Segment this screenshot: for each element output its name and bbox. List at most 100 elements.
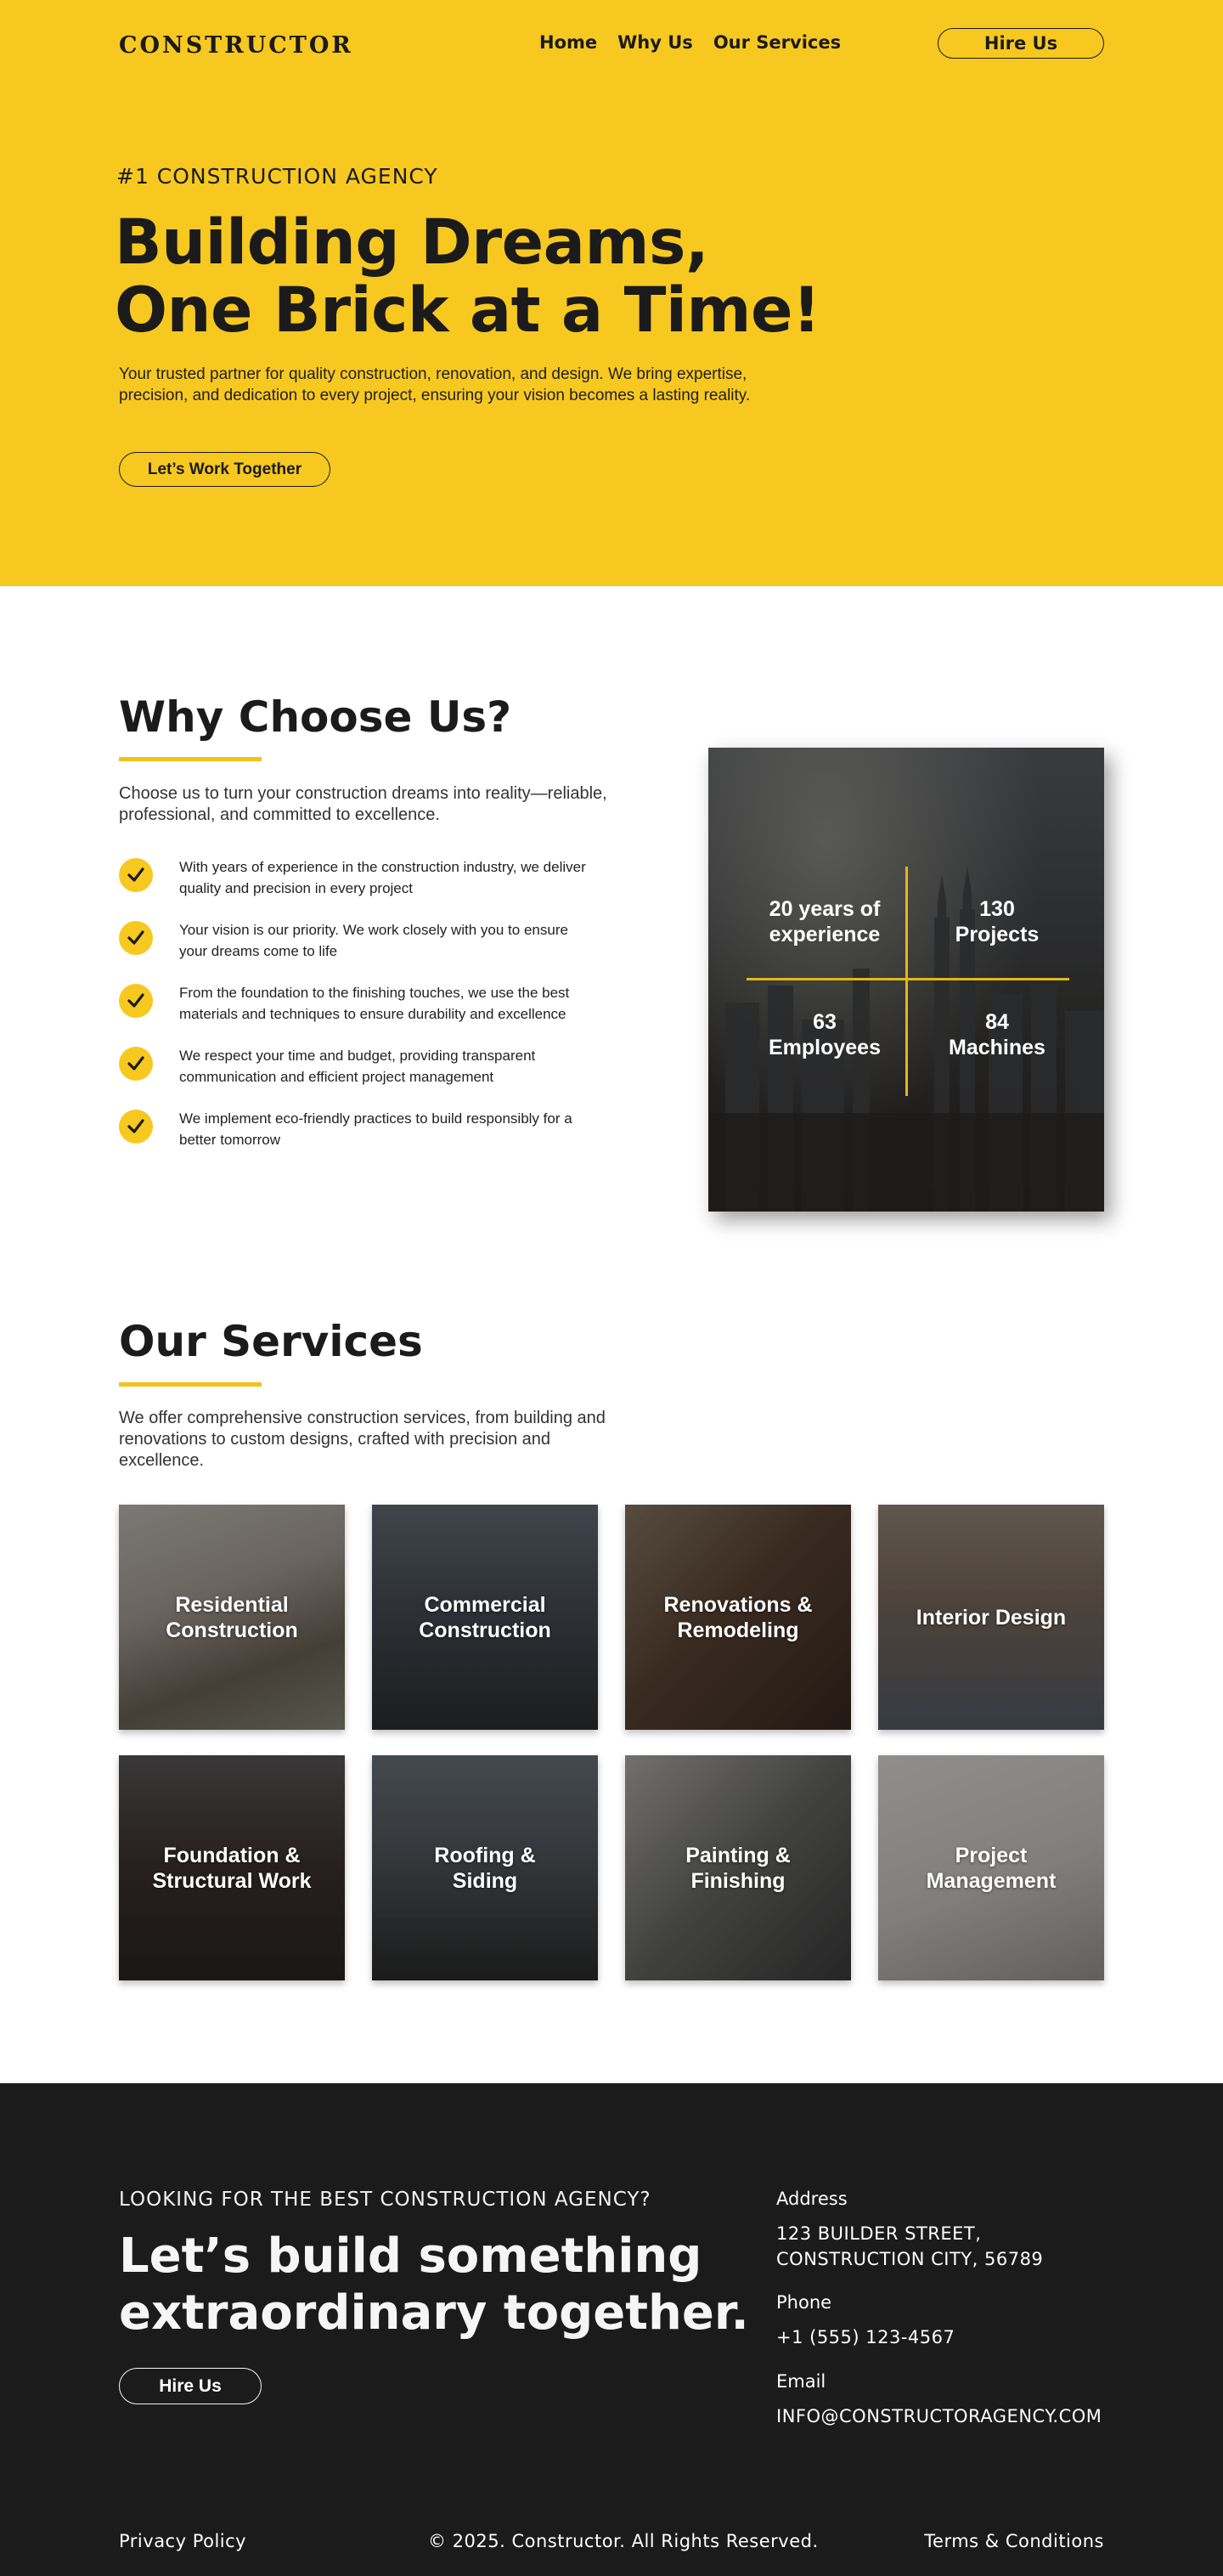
address-value: 123 BUILDER STREET, CONSTRUCTION CITY, 5… (776, 2221, 1116, 2272)
stat-label: Machines (949, 1036, 1045, 1059)
service-label-line-1: Foundation & (163, 1843, 301, 1867)
stat-label: experience (769, 923, 881, 946)
service-card-label: Foundation & Structural Work (127, 1843, 336, 1894)
service-label-line-2: Construction (166, 1618, 298, 1642)
terms-conditions-link[interactable]: Terms & Conditions (924, 2531, 1104, 2551)
nav-why-us-link[interactable]: Why Us (617, 32, 693, 53)
phone-label: Phone (776, 2292, 832, 2313)
service-label-line-1: Commercial (424, 1592, 546, 1617)
service-label-line-2: Siding (452, 1868, 518, 1893)
service-card-label: Interior Design (887, 1605, 1096, 1630)
service-card-label: Painting & Finishing (634, 1843, 843, 1894)
service-card-interior-design[interactable]: Interior Design (878, 1505, 1104, 1730)
stat-label: Employees (768, 1036, 881, 1059)
why-choose-us-section: Why Choose Us? Choose us to turn your co… (0, 586, 1223, 1245)
service-card-commercial-construction[interactable]: Commercial Construction (372, 1505, 598, 1730)
why-item: We implement eco-friendly practices to b… (119, 1108, 595, 1171)
hero-eyebrow: #1 CONSTRUCTION AGENCY (116, 164, 438, 189)
email-value[interactable]: INFO@CONSTRUCTORAGENCY.COM (776, 2404, 1116, 2429)
lets-work-together-button[interactable]: Let’s Work Together (119, 452, 330, 487)
why-item: Your vision is our priority. We work clo… (119, 919, 595, 982)
service-label-line-1: Roofing & (434, 1843, 536, 1867)
service-label-line-2: Construction (419, 1618, 551, 1642)
footer-hire-us-button[interactable]: Hire Us (119, 2368, 262, 2404)
checkmark-icon (119, 858, 153, 892)
checkmark-icon (119, 1110, 153, 1144)
top-nav: CONSTRUCTOR Home Why Us Our Services Hir… (119, 25, 1104, 63)
service-label-line-1: Residential (175, 1592, 289, 1617)
hire-us-button[interactable]: Hire Us (938, 28, 1104, 59)
hero-title-line-1: Building Dreams, (115, 206, 709, 279)
checkmark-icon (119, 921, 153, 955)
service-card-painting-finishing[interactable]: Painting & Finishing (625, 1755, 851, 1980)
stat-label: Projects (955, 923, 1040, 946)
why-item: From the foundation to the finishing tou… (119, 982, 595, 1045)
stat-machines: 84 Machines (916, 1009, 1078, 1060)
why-item-text: We respect your time and budget, providi… (179, 1048, 536, 1085)
service-label-line-2: Remodeling (677, 1618, 799, 1642)
service-card-label: Renovations & Remodeling (634, 1592, 843, 1643)
stat-employees: 63 Employees (744, 1009, 905, 1060)
copyright-text: © 2025. Constructor. All Rights Reserved… (428, 2531, 819, 2551)
service-card-label: Residential Construction (127, 1592, 336, 1643)
nav-links: Home Why Us Our Services (539, 32, 841, 53)
why-title: Why Choose Us? (119, 692, 512, 742)
service-label-line-1: Project (955, 1843, 1028, 1867)
contact-email: Email INFO@CONSTRUCTORAGENCY.COM (776, 2371, 1116, 2429)
services-title: Our Services (119, 1317, 423, 1366)
service-label-line-1: Interior Design (916, 1605, 1067, 1630)
phone-value[interactable]: +1 (555) 123-4567 (776, 2325, 1116, 2350)
checkmark-icon (119, 1047, 153, 1081)
nav-our-services-link[interactable]: Our Services (713, 32, 841, 53)
services-title-underline (119, 1382, 262, 1387)
hero-title: Building Dreams, One Brick at a Time! (115, 209, 879, 345)
privacy-policy-link[interactable]: Privacy Policy (119, 2531, 246, 2551)
why-item-text: Your vision is our priority. We work clo… (179, 922, 568, 959)
service-label-line-2: Structural Work (152, 1868, 312, 1893)
service-card-label: Roofing & Siding (380, 1843, 589, 1894)
service-card-foundation-structural[interactable]: Foundation & Structural Work (119, 1755, 345, 1980)
service-card-roofing-siding[interactable]: Roofing & Siding (372, 1755, 598, 1980)
service-label-line-2: Management (926, 1868, 1057, 1893)
footer-title: Let’s build something extraordinary toge… (119, 2228, 764, 2342)
hero-title-line-2: One Brick at a Time! (115, 274, 820, 347)
why-title-underline (119, 757, 262, 761)
why-item: With years of experience in the construc… (119, 856, 595, 919)
stat-value: 130 (979, 897, 1015, 921)
address-line-2: CONSTRUCTION CITY, 56789 (776, 2249, 1044, 2269)
hero-subtitle: Your trusted partner for quality constru… (119, 365, 751, 404)
service-card-label: Project Management (887, 1843, 1096, 1894)
why-item: We respect your time and budget, providi… (119, 1045, 595, 1108)
service-label-line-2: Finishing (690, 1868, 786, 1893)
footer-eyebrow: LOOKING FOR THE BEST CONSTRUCTION AGENCY… (119, 2189, 651, 2211)
contact-address: Address 123 BUILDER STREET, CONSTRUCTION… (776, 2189, 1116, 2272)
stats-divider-horizontal (747, 978, 1069, 980)
why-item-text: We implement eco-friendly practices to b… (179, 1110, 572, 1148)
contact-phone: Phone +1 (555) 123-4567 (776, 2292, 1116, 2350)
service-card-renovations-remodeling[interactable]: Renovations & Remodeling (625, 1505, 851, 1730)
nav-home-link[interactable]: Home (539, 32, 597, 53)
address-label: Address (776, 2189, 848, 2209)
footer-title-line-1: Let’s build something (119, 2229, 702, 2284)
stat-value: 20 years of (769, 897, 881, 921)
stat-value: 84 (985, 1010, 1009, 1034)
checkmark-icon (119, 984, 153, 1018)
why-subtitle: Choose us to turn your construction drea… (119, 784, 607, 824)
stat-experience: 20 years of experience (744, 896, 905, 947)
services-subtitle: We offer comprehensive construction serv… (119, 1409, 606, 1470)
why-item-text: From the foundation to the finishing tou… (179, 985, 570, 1022)
footer: LOOKING FOR THE BEST CONSTRUCTION AGENCY… (0, 2083, 1223, 2576)
our-services-section: Our Services We offer comprehensive cons… (0, 1245, 1223, 2083)
service-card-residential-construction[interactable]: Residential Construction (119, 1505, 345, 1730)
address-line-1: 123 BUILDER STREET, (776, 2223, 982, 2244)
service-label-line-1: Renovations & (663, 1592, 813, 1617)
why-list: With years of experience in the construc… (119, 856, 595, 1171)
stats-card: 20 years of experience 130 Projects 63 E… (708, 748, 1104, 1212)
hero-section: CONSTRUCTOR Home Why Us Our Services Hir… (0, 0, 1223, 586)
email-label: Email (776, 2371, 826, 2392)
logo[interactable]: CONSTRUCTOR (119, 32, 353, 59)
footer-title-line-2: extraordinary together. (119, 2285, 749, 2341)
stats-divider-vertical (905, 867, 908, 1096)
service-card-project-management[interactable]: Project Management (878, 1755, 1104, 1980)
stat-projects: 130 Projects (916, 896, 1078, 947)
